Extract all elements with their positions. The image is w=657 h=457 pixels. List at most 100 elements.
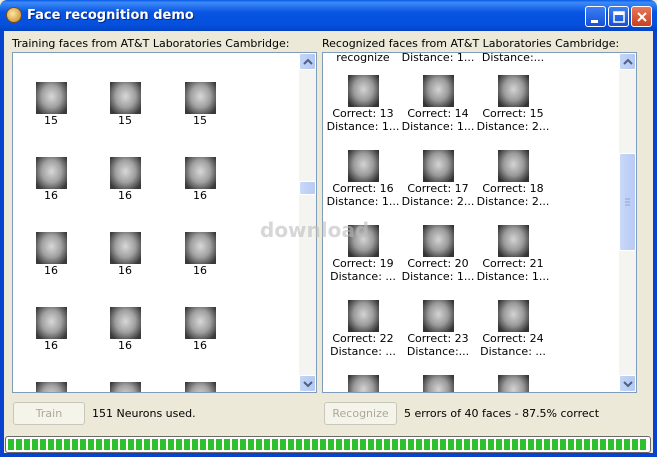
recognized-face-cell	[398, 375, 478, 392]
face-image	[109, 82, 141, 114]
training-scroll-thumb[interactable]	[299, 181, 316, 195]
face-image	[497, 300, 529, 332]
face-image	[35, 382, 67, 392]
close-button[interactable]	[631, 6, 652, 27]
face-image	[347, 150, 379, 182]
face-image	[184, 307, 216, 339]
recognize-button[interactable]: Recognize	[324, 402, 397, 425]
training-faces-list[interactable]: 15 15 15 16 16 16 16 16 16 16 16 16	[12, 52, 317, 393]
training-face-cell: 15	[160, 82, 240, 127]
grip-icon	[625, 198, 630, 206]
face-image	[422, 150, 454, 182]
training-face-caption: 15	[193, 114, 207, 127]
recognized-faces-grid: recognize Distance: 1... Distance:... Corre…	[323, 53, 619, 392]
face-image	[497, 75, 529, 107]
training-face-cell: 15	[85, 82, 165, 127]
face-image	[35, 307, 67, 339]
training-faces-grid: 15 15 15 16 16 16 16 16 16 16 16 16	[13, 53, 299, 392]
face-image	[184, 382, 216, 392]
recognized-face-caption: Distance: 1...	[326, 120, 400, 133]
recognized-face-caption: Distance: 1...	[401, 120, 475, 133]
training-face-caption: 16	[118, 339, 132, 352]
recognized-face-caption: Correct: 21	[482, 257, 544, 270]
recognized-face-caption: Correct: 13	[332, 107, 394, 120]
face-image	[347, 300, 379, 332]
recognized-face-cell: Correct: 16 Distance: 1...	[323, 150, 403, 208]
recognized-face-cell: Correct: 20 Distance: 1...	[398, 225, 478, 283]
recognized-scroll-up-button[interactable]	[619, 53, 636, 70]
training-scroll-down-button[interactable]	[299, 375, 316, 392]
recognized-face-caption: Distance: 1...	[401, 270, 475, 283]
window-title: Face recognition demo	[27, 8, 194, 23]
recognized-face-caption: Distance: 2...	[401, 195, 475, 208]
recognized-face-caption: Distance: 1...	[401, 53, 475, 64]
face-image	[347, 375, 379, 392]
recognized-scroll-down-button[interactable]	[619, 375, 636, 392]
recognized-face-cell: Correct: 19 Distance: ...	[323, 225, 403, 283]
recognized-scrollbar[interactable]	[619, 53, 636, 392]
training-face-cell: 16	[13, 157, 91, 202]
recognized-face-cell: Correct: 22 Distance: ...	[323, 300, 403, 358]
recognized-face-cell: Correct: 21 Distance: 1...	[473, 225, 553, 283]
face-image	[35, 82, 67, 114]
progress-bar	[5, 436, 651, 453]
recognized-scroll-thumb[interactable]	[619, 153, 636, 251]
face-image	[109, 157, 141, 189]
progress-fill	[8, 439, 648, 450]
face-image	[497, 150, 529, 182]
face-image	[422, 225, 454, 257]
chevron-down-icon	[623, 381, 633, 388]
face-image	[422, 375, 454, 392]
recognized-face-cell: recognize	[323, 53, 403, 64]
train-button[interactable]: Train	[13, 402, 85, 425]
close-icon	[637, 12, 647, 22]
training-face-cell: 16	[85, 307, 165, 352]
training-face-caption: 15	[118, 114, 132, 127]
recognized-face-caption: Correct: 17	[407, 182, 469, 195]
recognized-faces-list[interactable]: recognize Distance: 1... Distance:... Corre…	[322, 52, 637, 393]
recognized-face-cell: Correct: 17 Distance: 2...	[398, 150, 478, 208]
recognized-face-caption: Distance:...	[481, 53, 545, 64]
minimize-button[interactable]	[585, 6, 606, 27]
recognized-face-caption: Distance: ...	[330, 345, 396, 358]
training-face-caption: 16	[44, 339, 58, 352]
recognized-faces-label: Recognized faces from AT&T Laboratories …	[322, 37, 620, 50]
face-image	[109, 307, 141, 339]
training-scrollbar[interactable]	[299, 53, 316, 392]
face-image	[497, 375, 529, 392]
training-face-cell: 16	[160, 157, 240, 202]
chevron-up-icon	[303, 58, 313, 65]
training-face-cell: 16	[160, 232, 240, 277]
training-face-caption: 16	[44, 189, 58, 202]
recognized-face-cell: Distance: 1...	[398, 53, 478, 64]
face-image	[497, 225, 529, 257]
window-frame-left	[0, 31, 4, 457]
training-face-caption: 16	[193, 189, 207, 202]
training-face-cell: 16	[13, 307, 91, 352]
title-bar[interactable]: Face recognition demo	[0, 0, 657, 31]
recognized-face-caption: Distance:...	[406, 345, 470, 358]
recognized-face-cell	[473, 375, 553, 392]
training-face-cell: 16	[85, 232, 165, 277]
maximize-button[interactable]	[608, 6, 629, 27]
recognized-face-caption: Correct: 20	[407, 257, 469, 270]
app-icon[interactable]	[6, 7, 22, 23]
window-frame-bottom	[0, 453, 657, 457]
training-face-cell	[85, 382, 165, 392]
recognized-face-caption: Correct: 15	[482, 107, 544, 120]
recognized-face-caption: Correct: 24	[482, 332, 544, 345]
recognized-face-caption: Correct: 18	[482, 182, 544, 195]
minimize-icon	[591, 20, 598, 23]
recognized-face-cell: Correct: 23 Distance:...	[398, 300, 478, 358]
training-face-cell: 16	[13, 232, 91, 277]
train-status: 151 Neurons used.	[92, 407, 196, 420]
maximize-icon	[613, 11, 625, 23]
face-image	[184, 157, 216, 189]
recognized-face-cell: Correct: 15 Distance: 2...	[473, 75, 553, 133]
training-face-cell: 16	[160, 307, 240, 352]
training-face-caption: 15	[44, 114, 58, 127]
training-face-cell: 16	[85, 157, 165, 202]
training-scroll-up-button[interactable]	[299, 53, 316, 70]
recognized-face-caption: Correct: 16	[332, 182, 394, 195]
recognized-face-caption: Correct: 19	[332, 257, 394, 270]
